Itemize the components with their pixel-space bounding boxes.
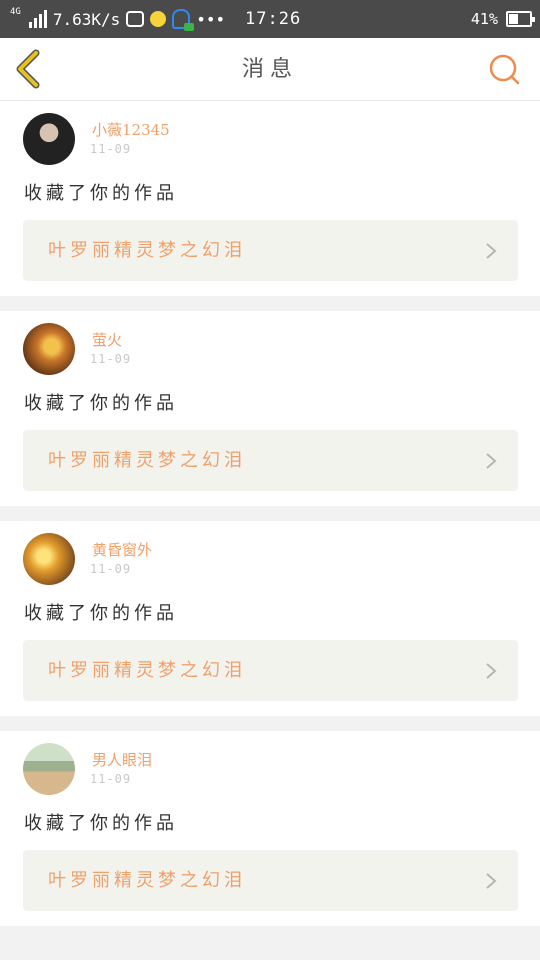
clock: 17:26 bbox=[245, 9, 302, 29]
work-link[interactable]: 叶罗丽精灵梦之幻泪 bbox=[23, 220, 518, 281]
message-list: 小薇12345 11-09 收藏了你的作品 叶罗丽精灵梦之幻泪 萤火 11-09… bbox=[0, 101, 540, 941]
work-title: 叶罗丽精灵梦之幻泪 bbox=[48, 660, 246, 681]
message-action: 收藏了你的作品 bbox=[24, 603, 178, 624]
chevron-right-icon bbox=[486, 663, 497, 679]
work-link[interactable]: 叶罗丽精灵梦之幻泪 bbox=[23, 430, 518, 491]
message-card: 小薇12345 11-09 收藏了你的作品 叶罗丽精灵梦之幻泪 bbox=[0, 101, 540, 296]
page-title: 消息 bbox=[241, 57, 298, 82]
status-bar: 4G 7.63K/s ••• 17:26 41% bbox=[0, 0, 540, 38]
avatar[interactable] bbox=[23, 533, 75, 585]
notification-mail-icon bbox=[126, 11, 145, 27]
work-link[interactable]: 叶罗丽精灵梦之幻泪 bbox=[23, 640, 518, 701]
battery-icon bbox=[506, 11, 535, 27]
avatar[interactable] bbox=[23, 323, 75, 375]
search-icon bbox=[489, 54, 520, 85]
work-title: 叶罗丽精灵梦之幻泪 bbox=[48, 450, 246, 471]
work-title: 叶罗丽精灵梦之幻泪 bbox=[48, 240, 246, 261]
message-card: 黄昏窗外 11-09 收藏了你的作品 叶罗丽精灵梦之幻泪 bbox=[0, 521, 540, 716]
battery-level: 41% bbox=[470, 10, 498, 28]
avatar[interactable] bbox=[23, 113, 75, 165]
network-speed: 7.63K/s bbox=[52, 9, 121, 29]
chevron-right-icon bbox=[486, 873, 497, 889]
search-button[interactable] bbox=[488, 53, 520, 85]
username[interactable]: 萤火 bbox=[92, 329, 122, 350]
message-action: 收藏了你的作品 bbox=[24, 393, 178, 414]
message-action: 收藏了你的作品 bbox=[24, 813, 178, 834]
message-date: 11-09 bbox=[90, 352, 132, 366]
notification-dot-icon bbox=[150, 11, 167, 27]
signal-icon bbox=[28, 10, 47, 28]
work-title: 叶罗丽精灵梦之幻泪 bbox=[48, 870, 246, 891]
more-notifications-icon: ••• bbox=[196, 9, 226, 29]
status-right: 41% bbox=[470, 0, 535, 38]
status-left: 4G 7.63K/s ••• bbox=[10, 0, 225, 38]
message-date: 11-09 bbox=[90, 562, 132, 576]
app-header: 消息 bbox=[0, 38, 540, 101]
username[interactable]: 黄昏窗外 bbox=[92, 539, 152, 560]
chevron-right-icon bbox=[486, 453, 497, 469]
username[interactable]: 小薇12345 bbox=[92, 119, 170, 140]
username[interactable]: 男人眼泪 bbox=[92, 749, 152, 770]
message-card: 萤火 11-09 收藏了你的作品 叶罗丽精灵梦之幻泪 bbox=[0, 311, 540, 506]
chevron-right-icon bbox=[486, 243, 497, 259]
notification-chat-icon bbox=[172, 9, 195, 31]
message-card: 男人眼泪 11-09 收藏了你的作品 叶罗丽精灵梦之幻泪 bbox=[0, 731, 540, 926]
message-date: 11-09 bbox=[90, 772, 132, 786]
work-link[interactable]: 叶罗丽精灵梦之幻泪 bbox=[23, 850, 518, 911]
message-date: 11-09 bbox=[90, 142, 132, 156]
network-type: 4G bbox=[10, 7, 21, 17]
message-action: 收藏了你的作品 bbox=[24, 183, 178, 204]
avatar[interactable] bbox=[23, 743, 75, 795]
